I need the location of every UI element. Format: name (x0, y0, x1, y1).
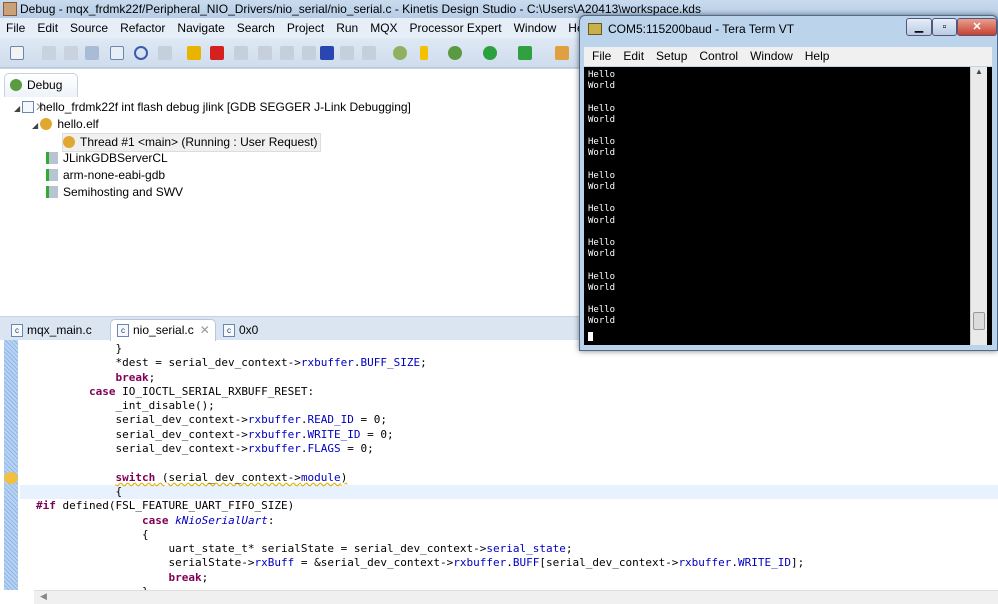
step-return-icon[interactable] (302, 46, 316, 60)
external-tools-icon[interactable] (518, 46, 532, 60)
tree-item-jlink-server[interactable]: JLinkGDBServerCL (46, 150, 168, 167)
menu-search[interactable]: Search (237, 18, 275, 38)
server-icon (46, 186, 58, 198)
server-icon (46, 169, 58, 181)
new-icon[interactable] (10, 46, 24, 60)
disassembly-icon: c (223, 324, 235, 337)
minimize-button[interactable]: ▁ (906, 18, 932, 36)
resume-icon[interactable] (158, 46, 172, 60)
menu-file[interactable]: File (6, 18, 25, 38)
bug-icon (10, 79, 22, 91)
warning-marker-icon[interactable] (4, 472, 18, 484)
menu-mqx[interactable]: MQX (370, 18, 397, 38)
thread-running-icon (63, 136, 75, 148)
process-icon (40, 118, 53, 130)
tree-label: Semihosting and SWV (63, 185, 184, 199)
c-launch-icon (22, 101, 35, 113)
run-icon[interactable] (483, 46, 497, 60)
tab-0x0[interactable]: c 0x0 (216, 319, 266, 341)
tree-label: hello.elf (57, 117, 99, 131)
code-editor[interactable]: } *dest = serial_dev_context->rxbuffer.B… (36, 342, 804, 599)
close-icon[interactable]: ✕ (200, 323, 210, 337)
menu-navigate[interactable]: Navigate (177, 18, 224, 38)
tab-label: mqx_main.c (27, 323, 92, 337)
drop-to-frame-icon[interactable] (362, 46, 376, 60)
tab-debug-label: Debug (27, 78, 63, 92)
close-button[interactable]: ✕ (957, 18, 997, 36)
teraterm-icon (588, 23, 602, 35)
binary-icon[interactable] (110, 46, 124, 60)
tt-menu-control[interactable]: Control (699, 49, 738, 63)
tab-label: 0x0 (239, 323, 259, 337)
teraterm-title: COM5:115200baud - Tera Term VT (608, 22, 795, 36)
scroll-left-icon[interactable]: ◀ (40, 591, 47, 601)
app-icon (3, 2, 17, 16)
tt-menu-window[interactable]: Window (750, 49, 793, 63)
teraterm-window: COM5:115200baud - Tera Term VT ▁ ▫ ✕ Fil… (579, 15, 998, 351)
menu-source[interactable]: Source (70, 18, 108, 38)
maximize-button[interactable]: ▫ (932, 18, 957, 36)
tt-menu-edit[interactable]: Edit (623, 49, 644, 63)
tree-item-gdb[interactable]: arm-none-eabi-gdb (46, 167, 165, 184)
disconnect-icon[interactable] (234, 46, 248, 60)
tree-item-semihosting[interactable]: Semihosting and SWV (46, 184, 183, 201)
scroll-up-icon[interactable]: ▲ (971, 67, 987, 76)
c-file-icon: c (11, 324, 23, 337)
debug-icon[interactable] (448, 46, 462, 60)
suspend-icon[interactable] (187, 46, 201, 60)
menu-run[interactable]: Run (336, 18, 358, 38)
tree-label: JLinkGDBServerCL (63, 151, 168, 165)
menu-window[interactable]: Window (514, 18, 557, 38)
horizontal-scrollbar[interactable]: ◀ (34, 590, 998, 604)
save-icon[interactable] (42, 46, 56, 60)
server-icon (46, 152, 58, 164)
menu-edit[interactable]: Edit (37, 18, 58, 38)
teraterm-menu-bar: File Edit Setup Control Window Help (584, 47, 992, 66)
tt-menu-setup[interactable]: Setup (656, 49, 687, 63)
tree-item-launch[interactable]: ◢ hello_frdmk22f int flash debug jlink [… (14, 99, 411, 117)
tt-menu-file[interactable]: File (592, 49, 611, 63)
step-over-icon[interactable] (280, 46, 294, 60)
tab-debug[interactable]: Debug ✕ (4, 73, 78, 114)
step-into-icon[interactable] (258, 46, 272, 60)
open-folder-icon[interactable] (555, 46, 569, 60)
use-step-filters-icon[interactable] (340, 46, 354, 60)
menu-refactor[interactable]: Refactor (120, 18, 165, 38)
terminate-icon[interactable] (210, 46, 224, 60)
tree-label: arm-none-eabi-gdb (63, 168, 166, 182)
scrollbar-thumb[interactable] (973, 312, 985, 330)
skip-breakpoints-icon[interactable] (134, 46, 148, 60)
restart-icon[interactable] (393, 46, 407, 60)
c-file-icon: c (117, 324, 129, 337)
terminal-output: Hello World Hello World Hello World Hell… (588, 70, 616, 327)
tab-nio-serial[interactable]: c nio_serial.c ✕ (110, 319, 216, 341)
terminal-area[interactable]: Hello World Hello World Hello World Hell… (584, 67, 992, 345)
menu-processor-expert[interactable]: Processor Expert (410, 18, 502, 38)
editor-gutter (4, 340, 18, 590)
tab-mqx-main[interactable]: c mqx_main.c (4, 319, 110, 341)
terminal-cursor (588, 332, 593, 341)
tree-label: Thread #1 <main> (Running : User Request… (80, 135, 318, 149)
flash-icon[interactable] (420, 46, 428, 60)
tab-label: nio_serial.c (133, 323, 194, 337)
menu-project[interactable]: Project (287, 18, 324, 38)
tree-label: hello_frdmk22f int flash debug jlink [GD… (39, 100, 411, 114)
tree-item-process[interactable]: ◢ hello.elf (32, 116, 99, 134)
save-all-icon[interactable] (64, 46, 78, 60)
terminal-scrollbar[interactable]: ▲ (970, 67, 987, 345)
instruction-stepping-icon[interactable] (320, 46, 334, 60)
window-title: Debug - mqx_frdmk22f/Peripheral_NIO_Driv… (20, 2, 701, 16)
tt-menu-help[interactable]: Help (805, 49, 830, 63)
print-icon[interactable] (85, 46, 99, 60)
